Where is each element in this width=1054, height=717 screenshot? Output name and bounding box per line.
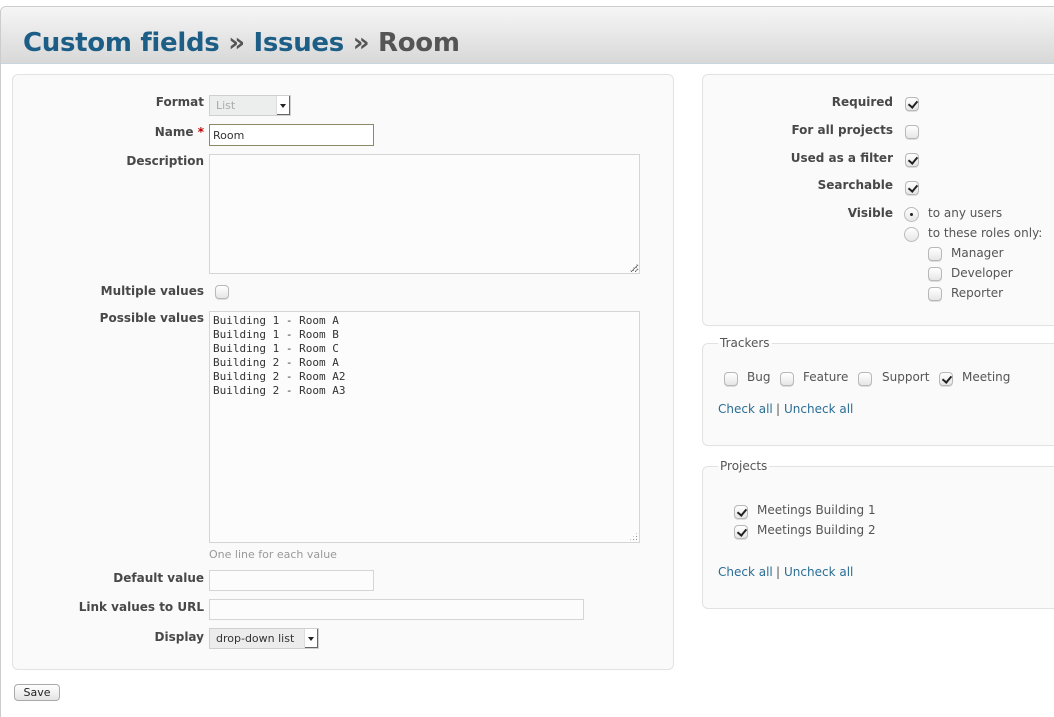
description-label: Description (126, 154, 204, 168)
tracker-meeting-label: Meeting (962, 370, 1011, 384)
format-select: List (209, 95, 291, 116)
projects-check-all-link[interactable]: Check all (718, 565, 773, 579)
required-checkbox[interactable] (905, 97, 919, 111)
role-reporter-label: Reporter (951, 286, 1004, 300)
role-developer-checkbox[interactable] (928, 267, 942, 281)
display-select-value: drop-down list (216, 632, 295, 645)
role-reporter-checkbox[interactable] (928, 287, 942, 301)
breadcrumb-custom-fields[interactable]: Custom fields (23, 28, 220, 58)
tracker-feature-checkbox[interactable] (780, 372, 794, 386)
format-label: Format (155, 95, 204, 109)
breadcrumb-separator: » (228, 28, 245, 58)
dropdown-arrow-icon (304, 629, 318, 648)
trackers-check-all-link[interactable]: Check all (718, 402, 773, 416)
tracker-bug-checkbox[interactable] (724, 372, 738, 386)
display-label: Display (154, 630, 204, 644)
used-as-filter-label: Used as a filter (790, 151, 893, 165)
projects-fieldset: Projects (702, 459, 1054, 609)
project-meetings-building-1-checkbox[interactable] (734, 505, 748, 519)
display-select[interactable]: drop-down list (209, 628, 319, 649)
name-label-text: Name (154, 125, 194, 139)
breadcrumb-current: Room (377, 28, 460, 58)
trackers-legend: Trackers (720, 336, 770, 350)
required-label: Required (831, 95, 893, 109)
role-developer-label: Developer (951, 266, 1013, 280)
link-divider: | (776, 402, 781, 416)
for-all-projects-checkbox[interactable] (905, 125, 919, 139)
projects-legend: Projects (720, 459, 768, 473)
visible-any-users-radio[interactable] (904, 207, 919, 222)
tracker-support-checkbox[interactable] (858, 372, 872, 386)
visible-any-users-label: to any users (928, 206, 1003, 220)
project-meetings-building-2-label: Meetings Building 2 (757, 523, 876, 537)
tracker-support-label: Support (882, 370, 930, 384)
format-select-value: List (216, 99, 236, 112)
tracker-bug-label: Bug (747, 370, 771, 384)
link-url-label: Link values to URL (78, 600, 204, 614)
page-header: Custom fields » Issues » Room (1, 7, 1054, 64)
link-divider: | (776, 565, 781, 579)
visible-these-roles-label: to these roles only: (928, 226, 1043, 240)
link-url-input[interactable] (209, 599, 584, 620)
searchable-label: Searchable (817, 178, 893, 192)
default-value-input[interactable] (209, 570, 374, 591)
breadcrumb-issues[interactable]: Issues (254, 28, 345, 58)
name-label: Name * (155, 125, 204, 139)
role-manager-checkbox[interactable] (928, 247, 942, 261)
default-value-label: Default value (113, 571, 204, 585)
multiple-values-label: Multiple values (100, 284, 204, 298)
multiple-values-checkbox[interactable] (215, 285, 229, 299)
tracker-meeting-checkbox[interactable] (939, 372, 953, 386)
name-input[interactable] (209, 124, 374, 146)
role-manager-label: Manager (951, 246, 1004, 260)
possible-values-textarea[interactable] (209, 311, 640, 543)
searchable-checkbox[interactable] (905, 181, 919, 195)
used-as-filter-checkbox[interactable] (905, 153, 919, 167)
trackers-uncheck-all-link[interactable]: Uncheck all (784, 402, 853, 416)
project-meetings-building-1-label: Meetings Building 1 (757, 503, 876, 517)
required-asterisk: * (197, 125, 204, 139)
dropdown-arrow-icon (276, 96, 290, 115)
visible-label: Visible (847, 206, 893, 220)
description-textarea[interactable] (209, 154, 640, 274)
possible-values-label: Possible values (99, 311, 204, 325)
save-button[interactable]: Save (14, 684, 60, 701)
project-meetings-building-2-checkbox[interactable] (734, 525, 748, 539)
possible-values-hint: One line for each value (209, 548, 337, 561)
for-all-projects-label: For all projects (791, 123, 893, 137)
visible-these-roles-radio[interactable] (904, 227, 919, 242)
tracker-feature-label: Feature (803, 370, 849, 384)
page-title: Custom fields » Issues » Room (23, 27, 460, 59)
projects-uncheck-all-link[interactable]: Uncheck all (784, 565, 853, 579)
breadcrumb-separator: » (352, 28, 370, 58)
trackers-fieldset: Trackers (702, 336, 1054, 446)
